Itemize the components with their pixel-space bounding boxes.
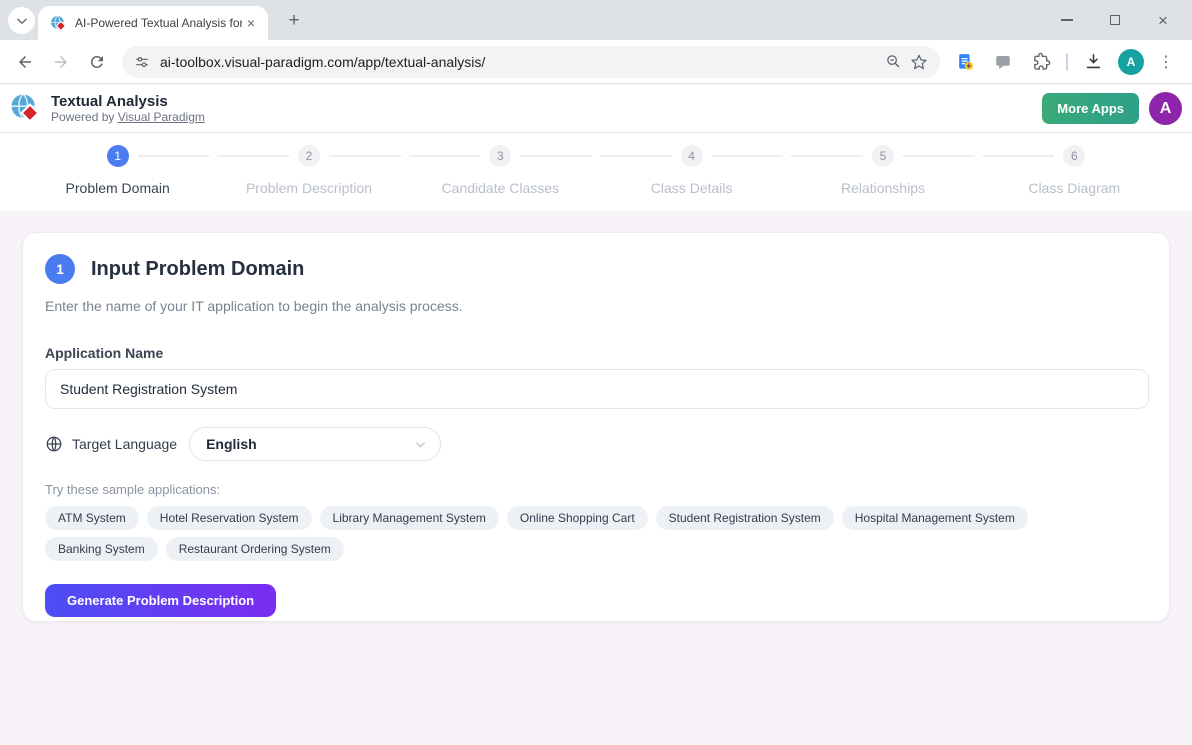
target-language-select[interactable]: English [189,427,441,461]
generate-description-button[interactable]: Generate Problem Description [45,584,276,617]
application-name-label: Application Name [45,345,1147,361]
page-title: Input Problem Domain [91,258,304,281]
visual-paradigm-logo-icon [10,93,42,125]
chrome-profile-avatar[interactable]: A [1118,49,1144,75]
docs-extension-button[interactable] [952,49,978,75]
window-close-button[interactable]: × [1152,9,1174,31]
sample-chip[interactable]: Hotel Reservation System [147,506,312,530]
window-maximize-button[interactable] [1104,9,1126,31]
step-circle: 5 [872,145,894,167]
sample-chip[interactable]: Student Registration System [656,506,834,530]
powered-by-prefix: Powered by [51,110,118,124]
app-title: Textual Analysis [51,93,205,110]
url-bar[interactable]: ai-toolbox.visual-paradigm.com/app/textu… [122,46,940,78]
puzzle-icon [1032,52,1051,71]
stepper-step-problem-description[interactable]: 2 Problem Description [213,133,404,211]
window-controls: × [1056,0,1184,40]
reload-button[interactable] [82,47,112,77]
step-circle: 3 [489,145,511,167]
download-icon [1084,52,1103,71]
site-info-icon[interactable] [134,54,150,70]
powered-by: Powered by Visual Paradigm [51,110,205,124]
step-number-badge: 1 [45,254,75,284]
header-right: More Apps A [1042,92,1182,125]
page-subtitle: Enter the name of your IT application to… [45,298,1147,314]
tab-title: AI-Powered Textual Analysis for [75,16,242,30]
step-circle: 1 [107,145,129,167]
extension-area: A ⋮ [952,49,1176,75]
step-label: Problem Domain [66,180,170,196]
tab-close-icon[interactable]: × [242,14,260,32]
forward-arrow-icon [52,53,70,71]
step-label: Problem Description [246,180,372,196]
step-label: Relationships [841,180,925,196]
more-apps-button[interactable]: More Apps [1042,93,1139,124]
step-label: Class Diagram [1028,180,1120,196]
extensions-button[interactable] [1028,49,1054,75]
zoom-magnifier-icon [885,53,902,70]
card-header: 1 Input Problem Domain [45,254,1147,284]
sample-chip[interactable]: Banking System [45,537,158,561]
browser-tab[interactable]: AI-Powered Textual Analysis for × [38,6,268,40]
step-circle: 2 [298,145,320,167]
sample-chip[interactable]: Hospital Management System [842,506,1028,530]
forward-button[interactable] [46,47,76,77]
window-minimize-button[interactable] [1056,9,1078,31]
chevron-down-icon [15,14,29,28]
sample-chip[interactable]: Library Management System [320,506,499,530]
stepper-step-class-diagram[interactable]: 6 Class Diagram [979,133,1170,211]
back-arrow-icon [16,53,34,71]
minimize-icon [1061,19,1073,21]
step-label: Class Details [651,180,733,196]
sample-chips: ATM System Hotel Reservation System Librar… [45,506,1045,561]
target-language-value: English [206,436,413,452]
step-label: Candidate Classes [442,180,560,196]
globe-icon [45,435,63,453]
problem-domain-card: 1 Input Problem Domain Enter the name of… [22,232,1170,622]
stepper-step-problem-domain[interactable]: 1 Problem Domain [22,133,213,211]
sample-chip[interactable]: ATM System [45,506,139,530]
user-avatar[interactable]: A [1149,92,1182,125]
app-header: Textual Analysis Powered by Visual Parad… [0,85,1192,133]
back-button[interactable] [10,47,40,77]
chevron-down-icon [413,437,428,452]
visual-paradigm-link[interactable]: Visual Paradigm [118,110,205,124]
url-text: ai-toolbox.visual-paradigm.com/app/textu… [160,54,880,70]
tab-search-button[interactable] [8,7,35,34]
bookmark-button[interactable] [906,49,932,75]
downloads-button[interactable] [1080,49,1106,75]
comment-icon [994,53,1012,71]
chrome-menu-button[interactable]: ⋮ [1156,52,1176,72]
sample-chip[interactable]: Online Shopping Cart [507,506,648,530]
document-download-icon [955,52,975,72]
application-name-input[interactable] [45,369,1149,409]
zoom-button[interactable] [880,49,906,75]
maximize-icon [1110,15,1120,25]
target-language-label: Target Language [72,436,177,452]
sample-chip[interactable]: Restaurant Ordering System [166,537,344,561]
tab-strip: AI-Powered Textual Analysis for × + × [0,0,1192,40]
browser-toolbar: ai-toolbox.visual-paradigm.com/app/textu… [0,40,1192,84]
wizard-stepper: 1 Problem Domain 2 Problem Description 3 Cand… [0,133,1192,211]
samples-label: Try these sample applications: [45,482,1147,497]
page-content: 1 Input Problem Domain Enter the name of… [0,211,1192,745]
new-tab-button[interactable]: + [282,9,306,33]
stepper-step-class-details[interactable]: 4 Class Details [596,133,787,211]
visual-paradigm-favicon-icon [50,15,67,32]
stepper-step-candidate-classes[interactable]: 3 Candidate Classes [405,133,596,211]
reload-icon [88,53,106,71]
step-circle: 6 [1063,145,1085,167]
toolbar-separator [1066,53,1068,71]
step-circle: 4 [681,145,703,167]
star-icon [910,53,928,71]
target-language-row: Target Language English [45,427,1147,461]
stepper-step-relationships[interactable]: 5 Relationships [787,133,978,211]
app-title-block: Textual Analysis Powered by Visual Parad… [51,93,205,124]
comment-extension-button[interactable] [990,49,1016,75]
